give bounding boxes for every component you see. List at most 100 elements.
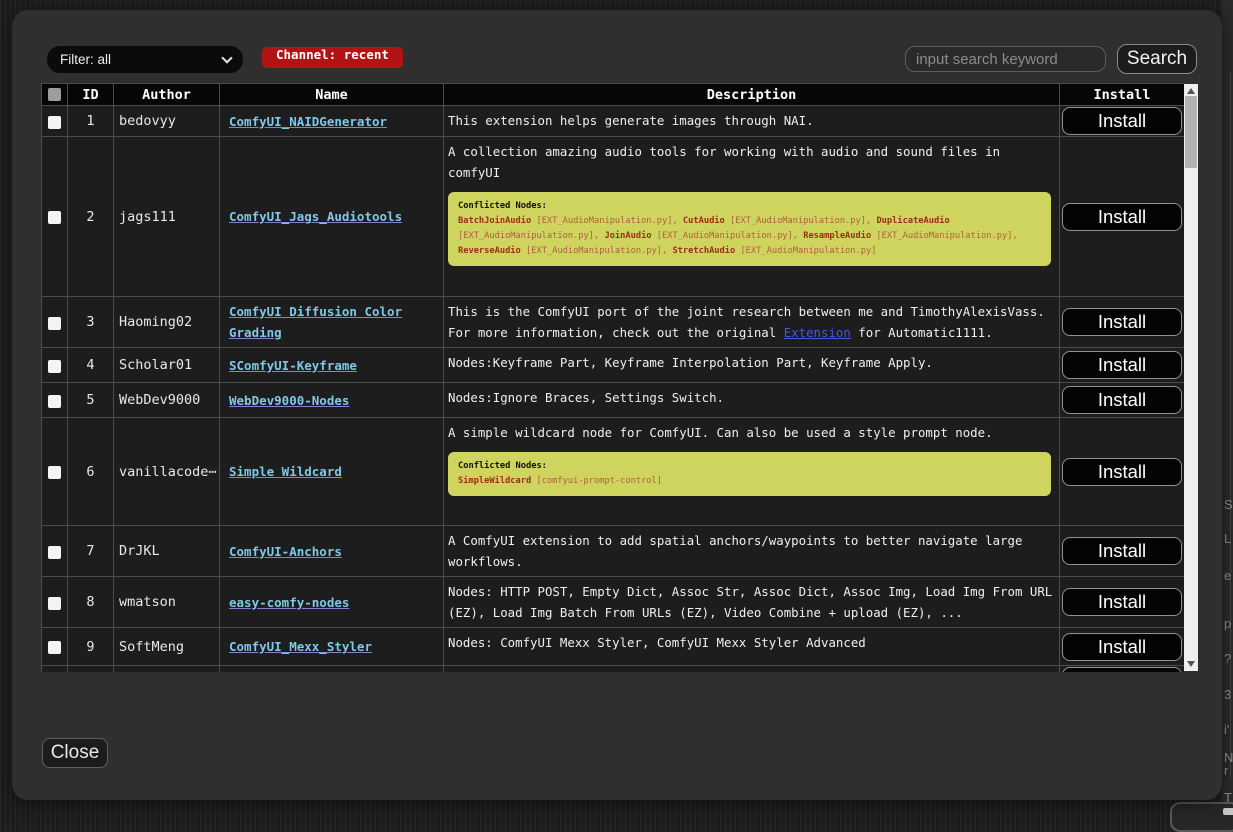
row-id: 5 [68, 383, 114, 418]
row-author: jags111 [114, 137, 220, 297]
extension-name-link[interactable]: ComfyUI_NAIDGenerator [229, 114, 387, 129]
conflict-node-source: [EXT_AudioManipulation.py], [458, 231, 599, 241]
row-checkbox[interactable] [48, 597, 61, 610]
conflict-node-source: [comfyui-prompt-control] [536, 476, 662, 486]
table-row: 4 Scholar01 SComfyUI-Keyframe Nodes:Keyf… [42, 348, 1185, 383]
background-text-fragment: L [1224, 531, 1231, 546]
row-author: Scholar01 [114, 348, 220, 383]
table-row: 5 WebDev9000 WebDev9000-Nodes Nodes:Igno… [42, 383, 1185, 418]
row-author: bedovyy [114, 106, 220, 137]
row-description: This extension helps generate images thr… [448, 110, 1057, 131]
row-checkbox[interactable] [48, 116, 61, 129]
row-description: A simple wildcard node for ComfyUI. Can … [448, 422, 1057, 443]
header-install: Install [1060, 84, 1185, 106]
extension-name-link[interactable]: Simple Wildcard [229, 464, 342, 479]
conflicted-nodes-warning: Conflicted Nodes: SimpleWildcard [comfyu… [448, 452, 1051, 496]
table-row: 2 jags111 ComfyUI_Jags_Audiotools A coll… [42, 137, 1185, 297]
scrollbar-up-arrow-icon[interactable] [1187, 88, 1195, 94]
select-all-checkbox[interactable] [48, 88, 61, 101]
install-button[interactable]: Install [1062, 386, 1182, 414]
extension-name-link[interactable]: ComfyUI_Jags_Audiotools [229, 209, 402, 224]
table-row: 10 zcfrank1st ComfyUI Yolov8 Nodes: Yolo… [42, 666, 1185, 673]
scrollbar-thumb[interactable] [1185, 96, 1197, 168]
extension-inline-link[interactable]: Extension [784, 325, 851, 340]
background-button-fragment [1223, 808, 1233, 815]
search-button[interactable]: Search [1117, 44, 1197, 74]
extension-name-link[interactable]: SComfyUI-Keyframe [229, 358, 357, 373]
search-input[interactable] [905, 46, 1106, 72]
conflict-node-source: [EXT_AudioManipulation.py], [730, 216, 871, 226]
row-checkbox[interactable] [48, 360, 61, 373]
row-checkbox[interactable] [48, 641, 61, 654]
install-button[interactable]: Install [1062, 588, 1182, 616]
row-id: 9 [68, 628, 114, 666]
channel-badge: Channel: recent [262, 47, 403, 68]
conflict-title: Conflicted Nodes: [458, 199, 1041, 214]
header-id: ID [68, 84, 114, 106]
filter-select[interactable]: Filter: all [47, 46, 243, 73]
conflict-node-source: [EXT_AudioManipulation.py] [740, 246, 876, 256]
row-id: 1 [68, 106, 114, 137]
extension-name-link[interactable]: ComfyUI-Anchors [229, 544, 342, 559]
conflict-node-name: DuplicateAudio [876, 216, 949, 226]
extension-name-link[interactable]: easy-comfy-nodes [229, 595, 349, 610]
table-row: 6 vanillacode⋯ Simple Wildcard A simple … [42, 418, 1185, 526]
table-row: 1 bedovyy ComfyUI_NAIDGenerator This ext… [42, 106, 1185, 137]
extension-name-link[interactable]: ComfyUI Diffusion Color Grading [229, 304, 402, 340]
conflict-items: SimpleWildcard [comfyui-prompt-control] [458, 474, 1041, 489]
conflict-node-name: CutAudio [683, 216, 725, 226]
background-dialog-corner [1170, 802, 1233, 832]
install-button[interactable]: Install [1062, 633, 1182, 661]
install-button[interactable]: Install [1062, 107, 1182, 135]
row-id: 10 [68, 666, 114, 673]
background-text-fragment: S [1224, 497, 1233, 512]
background-text-fragment: e [1224, 568, 1231, 583]
row-description: A collection amazing audio tools for wor… [448, 141, 1057, 183]
background-text-fragment: i' [1224, 722, 1229, 737]
row-author: Haoming02 [114, 297, 220, 348]
row-description: Nodes: ComfyUI Mexx Styler, ComfyUI Mexx… [448, 632, 1057, 653]
conflict-title: Conflicted Nodes: [458, 459, 1041, 474]
table-row: 7 DrJKL ComfyUI-Anchors A ComfyUI extens… [42, 526, 1185, 577]
row-checkbox[interactable] [48, 395, 61, 408]
install-button[interactable]: Install [1062, 351, 1182, 379]
row-checkbox[interactable] [48, 317, 61, 330]
header-author: Author [114, 84, 220, 106]
conflict-node-name: BatchJoinAudio [458, 216, 531, 226]
close-button[interactable]: Close [42, 738, 108, 768]
extension-name-link[interactable]: WebDev9000-Nodes [229, 393, 349, 408]
conflict-node-name: ReverseAudio [458, 246, 521, 256]
background-text-fragment: ? [1224, 651, 1231, 666]
extension-name-link[interactable]: ComfyUI_Mexx_Styler [229, 639, 372, 654]
conflict-node-source: [EXT_AudioManipulation.py], [526, 246, 667, 256]
row-description: Nodes:Ignore Braces, Settings Switch. [448, 387, 1057, 408]
background-text-fragment: r [1224, 763, 1228, 778]
row-checkbox[interactable] [48, 466, 61, 479]
background-text-fragment: 3 [1224, 687, 1231, 702]
row-description: This is the ComfyUI port of the joint re… [448, 301, 1057, 343]
table-header-row: ID Author Name Description Install [42, 84, 1185, 106]
conflict-node-source: [EXT_AudioManipulation.py], [536, 216, 677, 226]
header-name: Name [220, 84, 444, 106]
table-row: 9 SoftMeng ComfyUI_Mexx_Styler Nodes: Co… [42, 628, 1185, 666]
conflict-node-name: JoinAudio [604, 231, 651, 241]
row-author: DrJKL [114, 526, 220, 577]
row-checkbox[interactable] [48, 211, 61, 224]
conflict-node-source: [EXT_AudioManipulation.py], [876, 231, 1017, 241]
install-button[interactable]: Install [1062, 458, 1182, 486]
table-scrollbar[interactable] [1184, 84, 1198, 671]
custom-nodes-dialog: Filter: all Channel: recent Search ID Au… [12, 10, 1222, 800]
conflict-node-name: SimpleWildcard [458, 476, 531, 486]
row-checkbox[interactable] [48, 546, 61, 559]
install-button[interactable]: Install [1062, 667, 1182, 672]
description-text: for Automatic1111. [851, 325, 993, 340]
row-id: 2 [68, 137, 114, 297]
install-button[interactable]: Install [1062, 537, 1182, 565]
scrollbar-down-arrow-icon[interactable] [1187, 661, 1195, 667]
conflict-node-name: StretchAudio [672, 246, 735, 256]
conflict-items: BatchJoinAudio [EXT_AudioManipulation.py… [458, 214, 1041, 259]
install-button[interactable]: Install [1062, 308, 1182, 336]
row-id: 8 [68, 577, 114, 628]
row-description: Nodes: Yolov8Detection, Yolov8Segmentati… [448, 670, 1057, 672]
install-button[interactable]: Install [1062, 203, 1182, 231]
